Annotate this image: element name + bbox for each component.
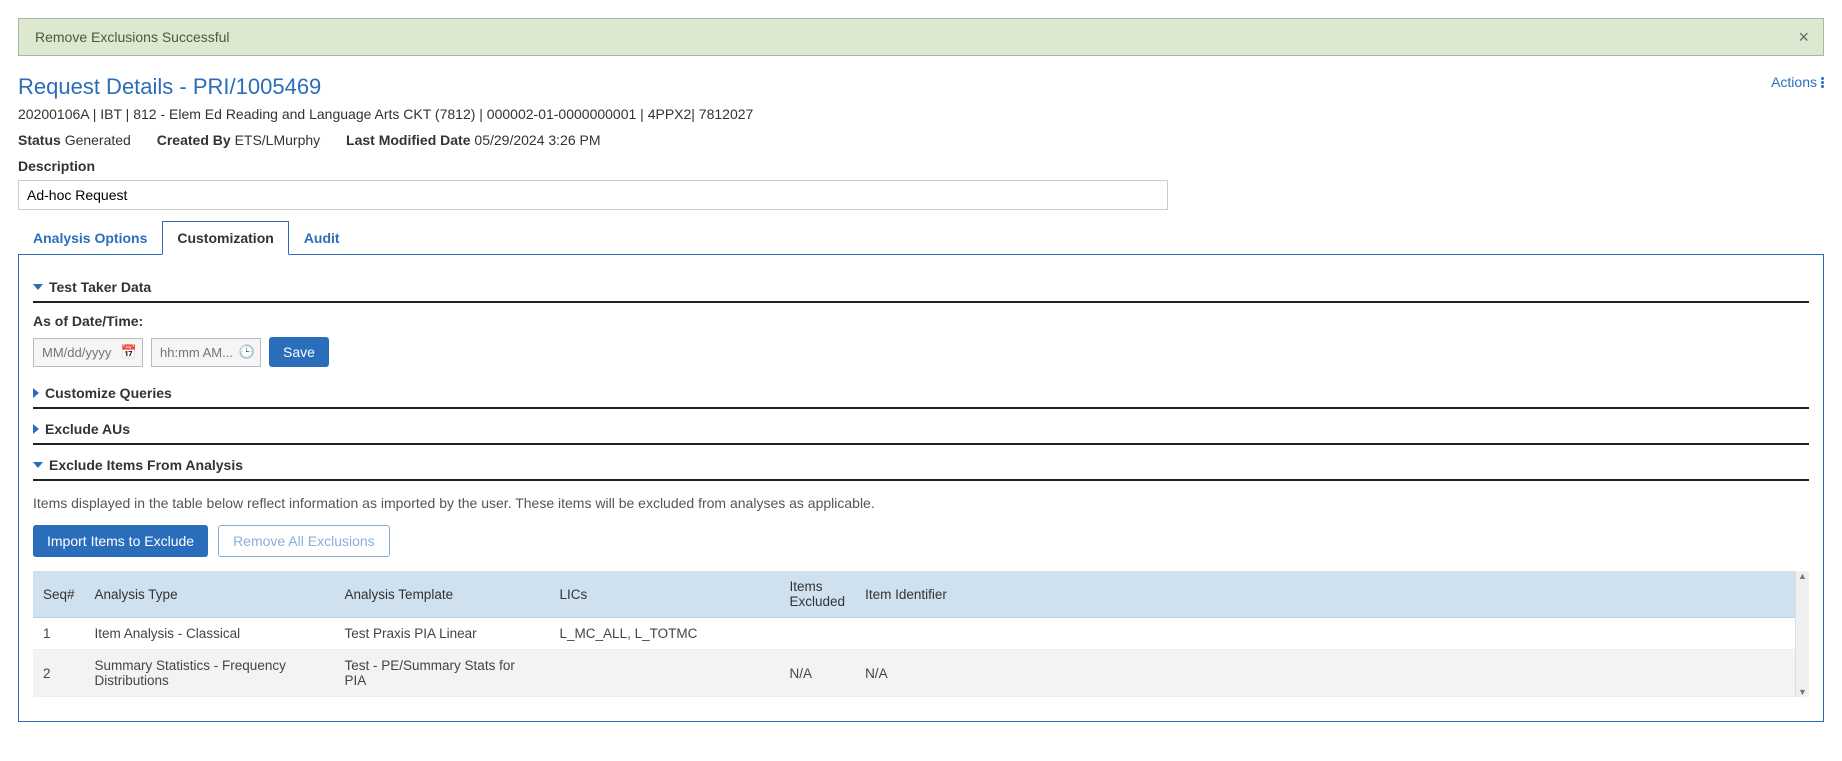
import-items-button[interactable]: Import Items to Exclude [33,525,208,557]
cell-analysis-template: Test Praxis PIA Linear [335,618,550,650]
tab-analysis-options[interactable]: Analysis Options [18,221,162,255]
section-title: Exclude AUs [45,421,130,437]
chevron-right-icon [33,388,39,398]
description-input[interactable] [18,180,1168,210]
tab-content-customization: Test Taker Data As of Date/Time: 📅 🕒 Sav… [18,255,1824,722]
page-title: Request Details - PRI/1005469 [18,74,321,100]
status-value: Generated [65,132,131,148]
tab-audit[interactable]: Audit [289,221,355,255]
created-by-label: Created By [157,132,231,148]
col-analysis-template[interactable]: Analysis Template [335,571,550,618]
table-row[interactable]: 2 Summary Statistics - Frequency Distrib… [33,650,1809,697]
asof-time-input[interactable] [151,338,261,367]
alert-message: Remove Exclusions Successful [35,29,230,45]
modified-label: Last Modified Date [346,132,470,148]
cell-analysis-type: Item Analysis - Classical [85,618,335,650]
breadcrumb-line: 20200106A | IBT | 812 - Elem Ed Reading … [18,106,1824,122]
alert-close-icon[interactable]: × [1798,27,1809,48]
created-by-value: ETS/LMurphy [235,132,321,148]
col-lics[interactable]: LICs [550,571,780,618]
chevron-down-icon [33,462,43,468]
col-seq[interactable]: Seq# [33,571,85,618]
exclusions-table-wrap: Seq# Analysis Type Analysis Template LIC… [33,571,1809,697]
actions-menu[interactable]: Actions [1771,74,1824,90]
section-title: Test Taker Data [49,279,151,295]
col-analysis-type[interactable]: Analysis Type [85,571,335,618]
actions-label: Actions [1771,74,1817,90]
tab-customization[interactable]: Customization [162,221,288,255]
meta-row: Status Generated Created By ETS/LMurphy … [18,132,1824,148]
cell-lics: L_MC_ALL, L_TOTMC [550,618,780,650]
kebab-icon [1821,77,1824,88]
cell-analysis-template: Test - PE/Summary Stats for PIA [335,650,550,697]
table-row[interactable]: 1 Item Analysis - Classical Test Praxis … [33,618,1809,650]
exclude-items-hint: Items displayed in the table below refle… [33,495,1809,511]
section-test-taker-data[interactable]: Test Taker Data [33,273,1809,303]
col-item-identifier[interactable]: Item Identifier [855,571,1809,618]
cell-items-excluded: N/A [780,650,856,697]
scroll-down-icon: ▼ [1798,687,1807,697]
section-customize-queries[interactable]: Customize Queries [33,379,1809,409]
section-title: Customize Queries [45,385,172,401]
success-alert: Remove Exclusions Successful × [18,18,1824,56]
cell-seq: 1 [33,618,85,650]
cell-seq: 2 [33,650,85,697]
cell-lics [550,650,780,697]
cell-analysis-type: Summary Statistics - Frequency Distribut… [85,650,335,697]
vertical-scrollbar[interactable]: ▲ ▼ [1795,571,1809,697]
chevron-right-icon [33,424,39,434]
section-exclude-items[interactable]: Exclude Items From Analysis [33,451,1809,481]
save-button[interactable]: Save [269,337,329,367]
table-header-row: Seq# Analysis Type Analysis Template LIC… [33,571,1809,618]
exclusions-table: Seq# Analysis Type Analysis Template LIC… [33,571,1809,697]
cell-items-excluded [780,618,856,650]
tab-bar: Analysis Options Customization Audit [18,220,1824,255]
cell-item-identifier [855,618,1809,650]
status-label: Status [18,132,61,148]
modified-value: 05/29/2024 3:26 PM [474,132,600,148]
section-exclude-aus[interactable]: Exclude AUs [33,415,1809,445]
cell-item-identifier: N/A [855,650,1809,697]
asof-date-input[interactable] [33,338,143,367]
remove-all-exclusions-button[interactable]: Remove All Exclusions [218,525,390,557]
description-label: Description [18,158,1824,174]
col-items-excluded[interactable]: Items Excluded [780,571,856,618]
chevron-down-icon [33,284,43,290]
scroll-up-icon: ▲ [1798,571,1807,581]
asof-label: As of Date/Time: [33,313,1809,329]
section-title: Exclude Items From Analysis [49,457,243,473]
